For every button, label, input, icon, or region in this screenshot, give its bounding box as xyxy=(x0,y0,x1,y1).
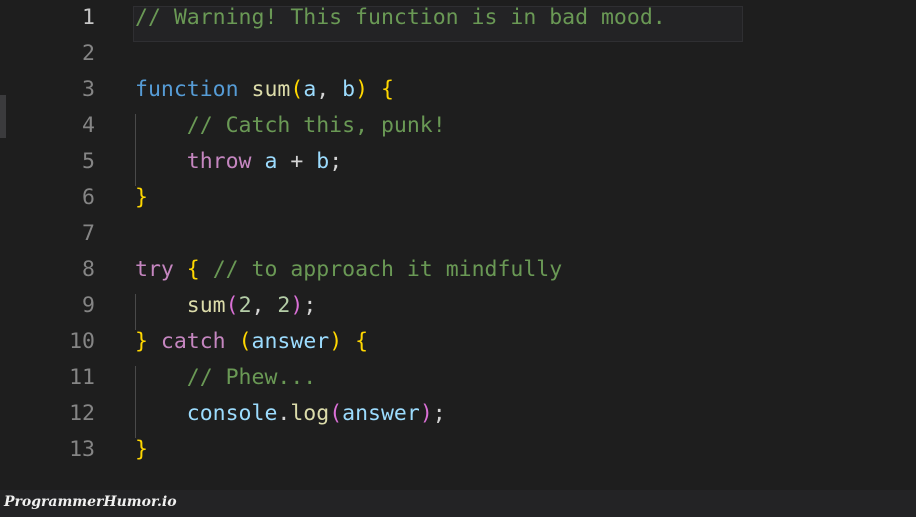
code-text: // Phew... xyxy=(135,360,316,396)
token-comment: // to approach it mindfully xyxy=(212,257,563,282)
token-var: b xyxy=(342,77,356,102)
line-number: 10 xyxy=(69,329,95,354)
code-line[interactable]: 5 throw a + b; xyxy=(0,144,916,180)
token-punct: ; xyxy=(303,293,317,318)
code-text: } xyxy=(135,432,148,468)
code-text: // Warning! This function is in bad mood… xyxy=(135,0,666,36)
code-line[interactable]: 11 // Phew... xyxy=(0,360,916,396)
code-text: try { // to approach it mindfully xyxy=(135,252,562,288)
code-line[interactable]: 3 function sum(a, b) { xyxy=(0,72,916,108)
token-control: throw xyxy=(186,149,252,174)
code-text: throw a + b; xyxy=(135,144,342,180)
code-line[interactable]: 8 try { // to approach it mindfully xyxy=(0,252,916,288)
token-punct xyxy=(342,329,355,354)
token-punct: + xyxy=(277,149,317,174)
token-func: sum xyxy=(251,77,291,102)
watermark-bar: ProgrammerHumor.io xyxy=(0,490,916,517)
code-text: console.log(answer); xyxy=(135,396,446,432)
code-text: } xyxy=(135,180,148,216)
token-func: sum xyxy=(186,293,226,318)
token-punct xyxy=(135,149,187,174)
code-text: sum(2, 2); xyxy=(135,288,317,324)
token-control: try xyxy=(135,257,174,282)
code-lines-container[interactable]: 1 // Warning! This function is in bad moo… xyxy=(0,0,916,490)
token-keyword: function xyxy=(135,77,239,102)
token-var: a xyxy=(264,149,278,174)
token-var: a xyxy=(303,77,317,102)
line-number: 12 xyxy=(69,401,95,426)
token-punct xyxy=(135,293,187,318)
code-line[interactable]: 6} xyxy=(0,180,916,216)
code-text: } catch (answer) { xyxy=(135,324,368,360)
token-punct xyxy=(368,77,381,102)
code-line[interactable]: 13} xyxy=(0,432,916,468)
token-punct xyxy=(135,365,187,390)
token-bracket_gold: ( xyxy=(290,77,304,102)
token-var: console xyxy=(186,401,278,426)
code-line[interactable]: 10} catch (answer) { xyxy=(0,324,916,360)
code-line[interactable]: 1 // Warning! This function is in bad moo… xyxy=(0,0,916,36)
token-punct xyxy=(135,401,187,426)
token-control: catch xyxy=(160,329,226,354)
code-line[interactable]: 12 console.log(answer); xyxy=(0,396,916,432)
token-bracket_gold: { xyxy=(186,257,200,282)
token-punct: , xyxy=(316,77,343,102)
line-number: 1 xyxy=(82,5,95,30)
code-line[interactable]: 9 sum(2, 2); xyxy=(0,288,916,324)
token-var: answer xyxy=(342,401,420,426)
token-var: b xyxy=(316,149,330,174)
token-num: 2 xyxy=(238,293,252,318)
line-number: 3 xyxy=(82,77,95,102)
line-number: 2 xyxy=(82,41,95,66)
token-punct: ; xyxy=(329,149,343,174)
token-var: answer xyxy=(251,329,330,354)
token-punct xyxy=(135,113,187,138)
token-bracket_gold: } xyxy=(135,185,148,210)
token-comment: // Warning! This function is in bad mood… xyxy=(135,5,666,30)
line-number: 9 xyxy=(82,293,95,318)
line-number: 8 xyxy=(82,257,95,282)
token-bracket_pink: ) xyxy=(290,293,304,318)
line-number: 7 xyxy=(82,221,95,246)
code-editor: 1 // Warning! This function is in bad moo… xyxy=(0,0,916,517)
token-num: 2 xyxy=(277,293,291,318)
token-bracket_pink: ( xyxy=(225,293,239,318)
token-bracket_gold: { xyxy=(381,77,394,102)
token-bracket_gold: } xyxy=(135,329,148,354)
token-bracket_pink: ) xyxy=(419,401,433,426)
code-line[interactable]: 7 xyxy=(0,216,916,252)
line-number: 11 xyxy=(69,365,95,390)
token-bracket_gold: ( xyxy=(238,329,252,354)
token-punct: ; xyxy=(432,401,446,426)
token-punct: , xyxy=(251,293,278,318)
token-punct xyxy=(252,149,265,174)
token-punct xyxy=(148,329,161,354)
token-bracket_pink: ( xyxy=(329,401,343,426)
token-bracket_gold: { xyxy=(355,329,369,354)
token-bracket_gold: ) xyxy=(329,329,343,354)
token-comment: // Phew... xyxy=(186,365,317,390)
code-text: function sum(a, b) { xyxy=(135,72,394,108)
line-number: 6 xyxy=(82,185,95,210)
token-punct: . xyxy=(277,401,291,426)
token-punct xyxy=(174,257,187,282)
token-bracket_gold: } xyxy=(135,437,148,462)
line-number: 13 xyxy=(69,437,95,462)
code-text: // Catch this, punk! xyxy=(135,108,446,144)
token-func: log xyxy=(290,401,330,426)
token-bracket_gold: ) xyxy=(355,77,369,102)
token-punct xyxy=(239,77,252,102)
token-punct xyxy=(226,329,239,354)
code-line[interactable]: 2 xyxy=(0,36,916,72)
token-punct xyxy=(200,257,213,282)
token-comment: // Catch this, punk! xyxy=(186,113,446,138)
line-number: 5 xyxy=(82,149,95,174)
code-line[interactable]: 4 // Catch this, punk! xyxy=(0,108,916,144)
watermark-text: ProgrammerHumor.io xyxy=(4,494,177,510)
line-number: 4 xyxy=(82,113,95,138)
